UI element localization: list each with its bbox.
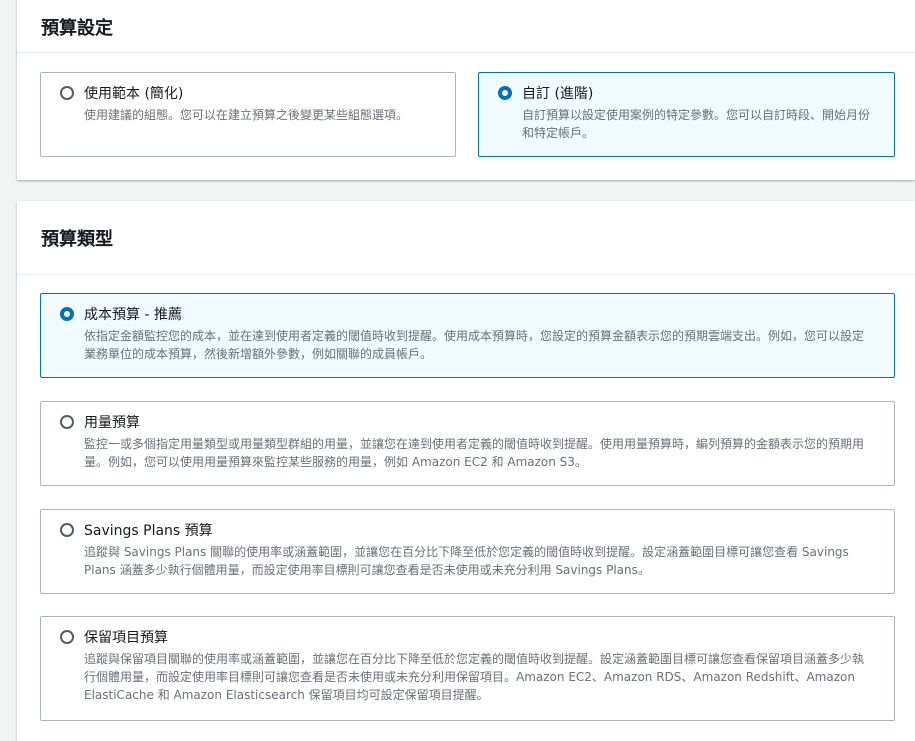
reservation-budget-card[interactable]: 保留項目預算 追蹤與保留項目關聯的使用率或涵蓋範圍，並讓您在百分比下降至低於您定… <box>40 616 895 721</box>
budget-type-title: 預算類型 <box>41 228 113 250</box>
savings-plans-budget-card[interactable]: Savings Plans 預算 追蹤與 Savings Plans 關聯的使用… <box>40 509 895 594</box>
budget-setup-header: 預算設定 <box>17 0 915 53</box>
customize-radio[interactable] <box>498 86 512 100</box>
template-option-description: 使用建議的組態。您可以在建立預算之後變更某些組態選項。 <box>84 108 409 122</box>
budget-setup-title: 預算設定 <box>41 18 113 39</box>
template-radio[interactable] <box>60 86 74 100</box>
usage-budget-label: 用量預算 <box>84 415 140 431</box>
savings-plans-budget-label: Savings Plans 預算 <box>84 523 213 539</box>
cost-budget-description: 依指定金額監控您的成本，並在達到使用者定義的閾值時收到提醒。使用成本預算時，您設… <box>84 329 865 361</box>
usage-budget-card[interactable]: 用量預算 監控一或多個指定用量類型或用量類型群組的用量，並讓您在達到使用者定義的… <box>40 401 895 486</box>
budget-setup-panel: 預算設定 使用範本 (簡化) 使用建議的組態。您可以在建立預算之後變更某些組態選… <box>17 0 915 180</box>
usage-budget-radio[interactable] <box>60 415 74 429</box>
budget-type-header: 預算類型 <box>17 201 915 275</box>
cost-budget-label: 成本預算 - 推薦 <box>84 307 182 323</box>
cost-budget-card[interactable]: 成本預算 - 推薦 依指定金額監控您的成本，並在達到使用者定義的閾值時收到提醒。… <box>40 293 895 378</box>
usage-budget-description: 監控一或多個指定用量類型或用量類型群組的用量，並讓您在達到使用者定義的閾值時收到… <box>84 437 865 469</box>
cost-budget-radio[interactable] <box>60 307 74 321</box>
customize-option-label: 自訂 (進階) <box>522 86 594 102</box>
reservation-budget-radio[interactable] <box>60 630 74 644</box>
template-option-card[interactable]: 使用範本 (簡化) 使用建議的組態。您可以在建立預算之後變更某些組態選項。 <box>40 72 456 157</box>
savings-plans-budget-description: 追蹤與 Savings Plans 關聯的使用率或涵蓋範圍，並讓您在百分比下降至… <box>84 545 849 577</box>
customize-option-description: 自訂預算以設定使用案例的特定參數。您可以自訂時段、開始月份和特定帳戶。 <box>522 108 871 140</box>
budget-type-panel: 預算類型 成本預算 - 推薦 依指定金額監控您的成本，並在達到使用者定義的閾值時… <box>17 201 915 741</box>
template-option-label: 使用範本 (簡化) <box>84 86 184 102</box>
reservation-budget-description: 追蹤與保留項目關聯的使用率或涵蓋範圍，並讓您在百分比下降至低於您定義的閾值時收到… <box>84 652 865 702</box>
customize-option-card[interactable]: 自訂 (進階) 自訂預算以設定使用案例的特定參數。您可以自訂時段、開始月份和特定… <box>478 72 895 157</box>
reservation-budget-label: 保留項目預算 <box>84 630 168 646</box>
savings-plans-budget-radio[interactable] <box>60 523 74 537</box>
